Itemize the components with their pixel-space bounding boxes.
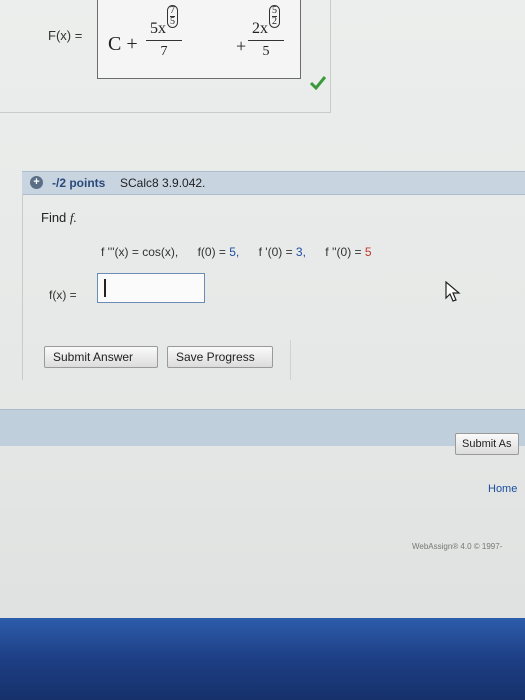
question-prompt: Find f.: [41, 210, 77, 225]
condition-f-double-prime-0: f ''(0) = 5: [325, 245, 372, 259]
home-link[interactable]: Home: [488, 483, 517, 495]
text-caret: [104, 279, 106, 297]
copyright-text: WebAssign® 4.0 © 1997-: [412, 542, 503, 551]
question-header: + -/2 points SCalc8 3.9.042.: [22, 171, 525, 195]
question-points: -/2 points: [52, 176, 106, 190]
correct-check-icon: [310, 76, 326, 90]
term1-exponent: 75: [167, 5, 178, 28]
previous-answer-panel: F(x) = C + 5x 7 5 7 + 2x 5 2 5: [0, 0, 331, 113]
constant-term: C +: [108, 33, 138, 55]
previous-answer-label: F(x) =: [48, 28, 83, 43]
term1-fraction: 5x 7 5 7: [146, 5, 182, 60]
condition-f0: f(0) = 5,: [197, 245, 240, 259]
submit-answer-button[interactable]: Submit Answer: [44, 346, 158, 368]
term2-fraction: 2x 5 2 5: [248, 5, 284, 60]
save-progress-button[interactable]: Save Progress: [167, 346, 273, 368]
term1-numerator: 5x: [150, 20, 166, 37]
answer-input[interactable]: [97, 273, 205, 303]
plus-sign: +: [236, 36, 247, 56]
expand-plus-icon[interactable]: +: [30, 176, 43, 189]
divider: [290, 340, 291, 380]
prompt-variable: f.: [69, 210, 77, 225]
window-bottom-area: [0, 618, 525, 700]
footer-bar: [0, 409, 525, 446]
term2-numerator: 2x: [252, 20, 268, 37]
condition-f-prime-0: f '(0) = 3,: [258, 245, 306, 259]
mouse-pointer-icon: [445, 281, 461, 302]
webassign-page: F(x) = C + 5x 7 5 7 + 2x 5 2 5 + -/2 points …: [0, 0, 525, 640]
previous-answer-box: C + 5x 7 5 7 + 2x 5 2 5: [97, 0, 301, 79]
question-code: SCalc8 3.9.042.: [120, 176, 206, 190]
term2-denominator: 5: [262, 44, 270, 59]
submit-assignment-button[interactable]: Submit As: [455, 433, 519, 455]
condition-third-derivative: f '''(x) = cos(x),: [101, 245, 179, 259]
initial-conditions: f '''(x) = cos(x), f(0) = 5, f '(0) = 3,…: [101, 245, 372, 259]
term1-denominator: 7: [160, 44, 168, 59]
term2-exponent: 52: [269, 5, 280, 28]
answer-label: f(x) =: [49, 288, 77, 302]
